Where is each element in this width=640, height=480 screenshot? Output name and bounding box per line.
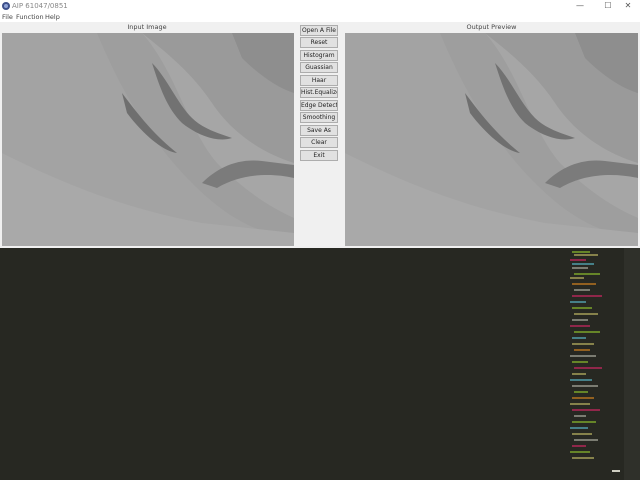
cursor-marker bbox=[612, 470, 620, 472]
open-file-button[interactable]: Open A File bbox=[300, 25, 338, 36]
hillside-photo bbox=[2, 33, 294, 246]
editor-background bbox=[0, 248, 640, 480]
smoothing-button[interactable]: Smoothing bbox=[300, 112, 338, 123]
haar-button[interactable]: Haar bbox=[300, 75, 338, 86]
gaussian-button[interactable]: Guassian bbox=[300, 62, 338, 73]
output-preview-label: Output Preview bbox=[466, 23, 517, 31]
minimap-code-lines bbox=[570, 251, 602, 459]
app-main: Input Image Output Preview Open A File R… bbox=[0, 22, 640, 248]
minimize-button[interactable]: — bbox=[568, 0, 592, 11]
menu-help[interactable]: Help bbox=[45, 13, 60, 21]
save-as-button[interactable]: Save As bbox=[300, 125, 338, 136]
editor-scrollbar[interactable] bbox=[624, 248, 640, 480]
hillside-photo bbox=[345, 33, 638, 246]
clear-button[interactable]: Clear bbox=[300, 137, 338, 148]
menu-file[interactable]: File bbox=[2, 13, 13, 21]
close-button[interactable]: ✕ bbox=[616, 0, 640, 11]
output-preview-image bbox=[345, 33, 638, 246]
reset-button[interactable]: Reset bbox=[300, 37, 338, 48]
input-image-label: Input Image bbox=[127, 23, 167, 31]
hist-equalize-button[interactable]: Hist.Equalize bbox=[300, 87, 338, 98]
title-bar: AIP 61047/0851 — ☐ ✕ bbox=[0, 0, 640, 12]
input-image bbox=[2, 33, 294, 246]
exit-button[interactable]: Exit bbox=[300, 150, 338, 161]
code-minimap[interactable] bbox=[560, 248, 620, 480]
window-title: AIP 61047/0851 bbox=[12, 2, 68, 10]
menu-function[interactable]: Function bbox=[16, 13, 44, 21]
menu-bar: File Function Help bbox=[0, 12, 640, 22]
edge-detect-button[interactable]: Edge Detect bbox=[300, 100, 338, 111]
histogram-button[interactable]: Histogram bbox=[300, 50, 338, 61]
app-icon bbox=[2, 2, 10, 10]
